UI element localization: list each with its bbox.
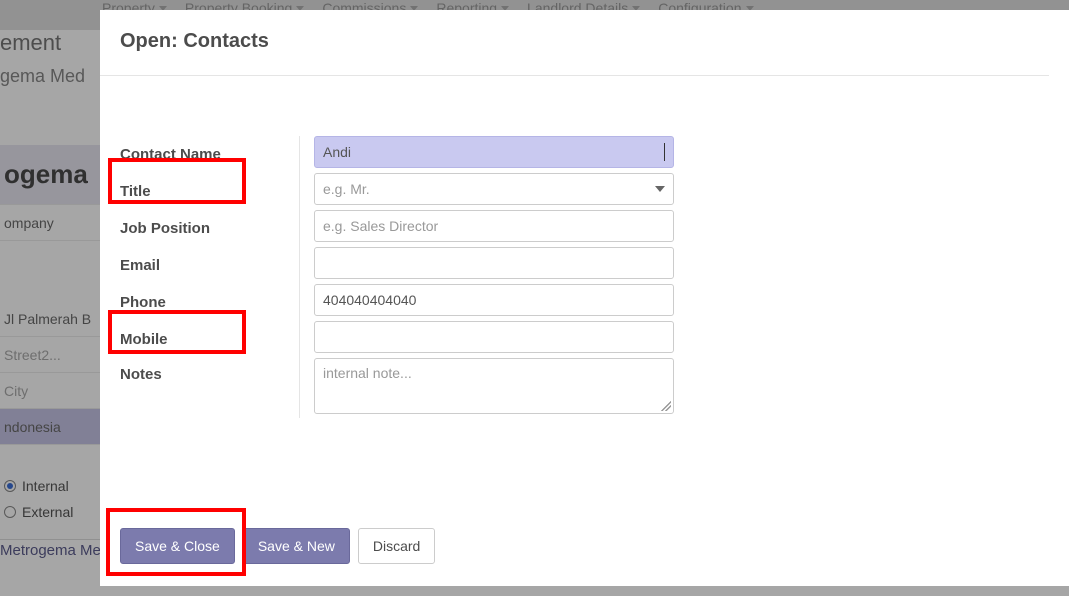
job-position-input[interactable]: e.g. Sales Director <box>314 210 674 242</box>
contacts-modal: Open: Contacts Contact Name Title Job Po… <box>100 10 1069 586</box>
label-job: Job Position <box>120 210 299 247</box>
label-phone: Phone <box>120 284 299 321</box>
notes-textarea[interactable]: internal note... <box>314 358 674 414</box>
chevron-down-icon <box>655 186 665 192</box>
save-new-button[interactable]: Save & New <box>243 528 350 564</box>
label-email: Email <box>120 247 299 284</box>
phone-input[interactable]: 404040404040 <box>314 284 674 316</box>
label-contact-name: Contact Name <box>120 136 299 173</box>
title-select[interactable]: e.g. Mr. <box>314 173 674 205</box>
discard-button[interactable]: Discard <box>358 528 435 564</box>
label-notes: Notes <box>120 358 299 418</box>
modal-title: Open: Contacts <box>120 30 1049 53</box>
label-mobile: Mobile <box>120 321 299 358</box>
email-input[interactable] <box>314 247 674 279</box>
modal-header: Open: Contacts <box>100 10 1049 76</box>
text-cursor-icon <box>664 143 665 161</box>
mobile-input[interactable] <box>314 321 674 353</box>
save-close-button[interactable]: Save & Close <box>120 528 235 564</box>
contact-name-input[interactable]: Andi <box>314 136 674 168</box>
label-title: Title <box>120 173 299 210</box>
